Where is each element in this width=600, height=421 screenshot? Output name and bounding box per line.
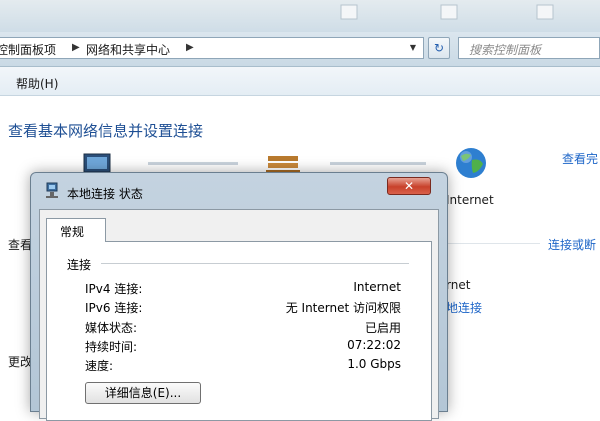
media-state-label: 媒体状态: xyxy=(85,321,138,335)
ipv4-label: IPv4 连接: xyxy=(85,282,143,296)
duration-label: 持续时间: xyxy=(85,340,138,354)
group-title-connection: 连接 xyxy=(67,258,92,272)
ipv6-label: IPv6 连接: xyxy=(85,301,143,315)
menu-bar: 帮助(H) xyxy=(0,67,600,96)
network-status-icon xyxy=(43,182,61,200)
window-title-bar xyxy=(0,0,600,32)
section-change-settings: 更改 xyxy=(8,355,33,369)
tab-general[interactable]: 常规 xyxy=(46,218,106,242)
media-state-value: 已启用 xyxy=(364,321,401,335)
network-link-line xyxy=(148,162,238,165)
window-control-icon[interactable] xyxy=(532,2,558,22)
window-control-icon[interactable] xyxy=(436,2,462,22)
breadcrumb-network-sharing-center[interactable]: 网络和共享中心 xyxy=(86,41,170,58)
section-view-active-networks: 查看 xyxy=(8,238,33,252)
ipv4-value: Internet xyxy=(353,280,401,294)
speed-label: 速度: xyxy=(85,359,114,373)
tab-panel-general: 连接 IPv4 连接: Internet IPv6 连接: 无 Internet… xyxy=(46,241,432,421)
address-bar: 控制面板项 ▶ 网络和共享中心 ▶ ▼ ↻ 搜索控制面板 xyxy=(0,32,600,67)
dialog-title: 本地连接 状态 xyxy=(67,187,143,201)
group-divider xyxy=(101,263,409,264)
ipv6-value: 无 Internet 访问权限 xyxy=(285,301,401,315)
local-connection-status-dialog: 本地连接 状态 ✕ 常规 连接 IPv4 连接: Internet IPv6 连… xyxy=(30,172,448,421)
internet-node-label: Internet xyxy=(446,193,494,207)
connect-or-disconnect-link[interactable]: 连接或断 xyxy=(548,236,596,253)
window-control-icon[interactable] xyxy=(336,2,362,22)
breadcrumb[interactable]: 控制面板项 ▶ 网络和共享中心 ▶ ▼ xyxy=(0,37,424,59)
access-type-value: rnet xyxy=(446,278,471,292)
close-button[interactable]: ✕ xyxy=(387,177,431,195)
refresh-button[interactable]: ↻ xyxy=(428,37,450,59)
breadcrumb-separator-icon[interactable]: ▶ xyxy=(72,42,80,53)
local-connection-link[interactable]: 地连接 xyxy=(446,299,482,316)
view-full-map-link[interactable]: 查看完 xyxy=(562,150,598,167)
network-link-line xyxy=(330,162,426,165)
search-input[interactable]: 搜索控制面板 xyxy=(458,37,600,59)
duration-value: 07:22:02 xyxy=(347,338,401,352)
address-history-dropdown-icon[interactable]: ▼ xyxy=(404,38,422,58)
menu-help[interactable]: 帮助(H) xyxy=(16,75,58,92)
breadcrumb-control-panel-items[interactable]: 控制面板项 xyxy=(0,41,56,58)
speed-value: 1.0 Gbps xyxy=(347,357,401,371)
dialog-body: 常规 连接 IPv4 连接: Internet IPv6 连接: 无 Inter… xyxy=(39,209,439,421)
close-icon: ✕ xyxy=(403,179,415,193)
page-title: 查看基本网络信息并设置连接 xyxy=(8,122,204,140)
breadcrumb-separator-icon[interactable]: ▶ xyxy=(186,42,194,53)
refresh-icon: ↻ xyxy=(433,41,445,55)
details-button[interactable]: 详细信息(E)... xyxy=(85,382,201,404)
globe-icon xyxy=(454,146,488,183)
